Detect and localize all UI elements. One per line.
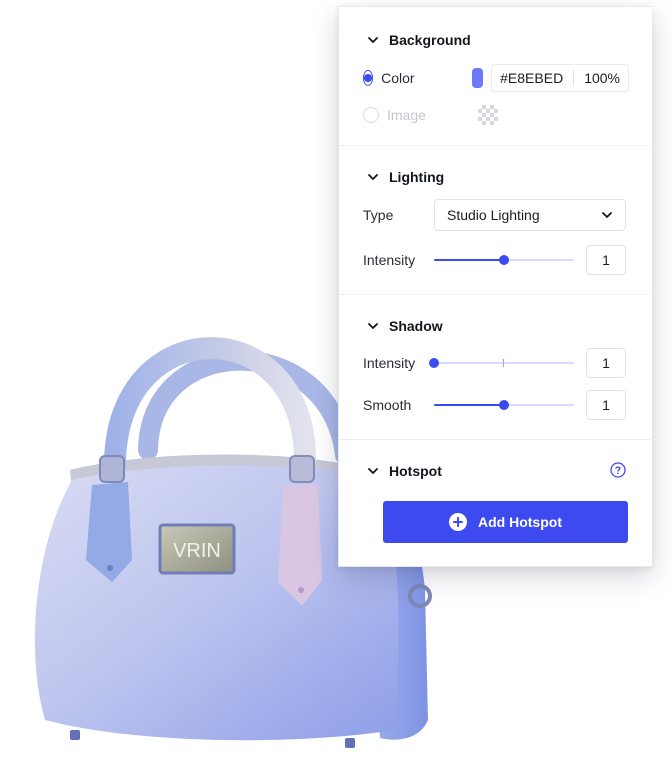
chevron-down-icon [368, 37, 378, 43]
color-label: Color [381, 70, 415, 86]
color-swatch[interactable] [471, 68, 484, 88]
lighting-section: Lighting Type Studio Lighting Intensity … [339, 146, 653, 295]
color-value-box[interactable]: #E8EBED 100% [491, 64, 629, 92]
shadow-smooth-input[interactable]: 1 [586, 390, 626, 420]
shadow-smooth-slider[interactable] [434, 397, 574, 413]
transparency-icon[interactable] [477, 105, 498, 125]
image-label: Image [387, 107, 426, 123]
properties-panel: Background Color #E8EBED 100% Image Ligh… [338, 6, 653, 567]
plus-circle-icon [449, 513, 467, 531]
add-hotspot-label: Add Hotspot [478, 514, 562, 530]
slider-thumb[interactable] [499, 400, 509, 410]
lighting-intensity-input[interactable]: 1 [586, 245, 626, 275]
background-header[interactable]: Background [367, 32, 471, 48]
shadow-intensity-row: Intensity 1 [363, 347, 629, 379]
lighting-intensity-slider[interactable] [434, 252, 574, 268]
chevron-down-icon [368, 323, 378, 329]
color-opacity-value[interactable]: 100% [574, 70, 620, 86]
lighting-intensity-row: Intensity 1 [363, 244, 629, 276]
lighting-intensity-label: Intensity [363, 252, 416, 268]
background-title: Background [389, 32, 471, 48]
shadow-intensity-label: Intensity [363, 355, 416, 371]
color-radio[interactable] [363, 70, 374, 86]
lighting-type-select[interactable]: Studio Lighting [434, 199, 626, 231]
shadow-intensity-input[interactable]: 1 [586, 348, 626, 378]
slider-thumb[interactable] [429, 358, 439, 368]
shadow-intensity-slider[interactable] [429, 355, 574, 371]
shadow-title: Shadow [389, 318, 443, 334]
lighting-title: Lighting [389, 169, 445, 185]
chevron-down-icon [368, 468, 378, 474]
color-hex-value[interactable]: #E8EBED [500, 70, 575, 86]
lighting-type-value: Studio Lighting [447, 207, 540, 223]
help-icon[interactable] [610, 462, 626, 478]
lighting-type-row: Type Studio Lighting [363, 199, 629, 231]
hotspot-header[interactable]: Hotspot [367, 463, 442, 479]
lighting-type-label: Type [363, 207, 394, 223]
add-hotspot-button[interactable]: Add Hotspot [383, 501, 628, 543]
hotspot-title: Hotspot [389, 463, 442, 479]
shadow-smooth-label: Smooth [363, 397, 412, 413]
image-radio[interactable] [363, 107, 379, 123]
background-section: Background Color #E8EBED 100% Image [339, 7, 653, 146]
chevron-down-icon [602, 212, 612, 218]
chevron-down-icon [368, 174, 378, 180]
lighting-header[interactable]: Lighting [367, 169, 444, 185]
shadow-section: Shadow Intensity 1 Smooth 1 [339, 295, 653, 440]
brand-plate-text: VRIN [173, 540, 221, 562]
shadow-header[interactable]: Shadow [367, 318, 443, 334]
color-option-row: Color #E8EBED 100% [363, 62, 629, 94]
image-option-row: Image [363, 103, 629, 127]
shadow-smooth-row: Smooth 1 [363, 389, 629, 421]
slider-thumb[interactable] [499, 255, 509, 265]
